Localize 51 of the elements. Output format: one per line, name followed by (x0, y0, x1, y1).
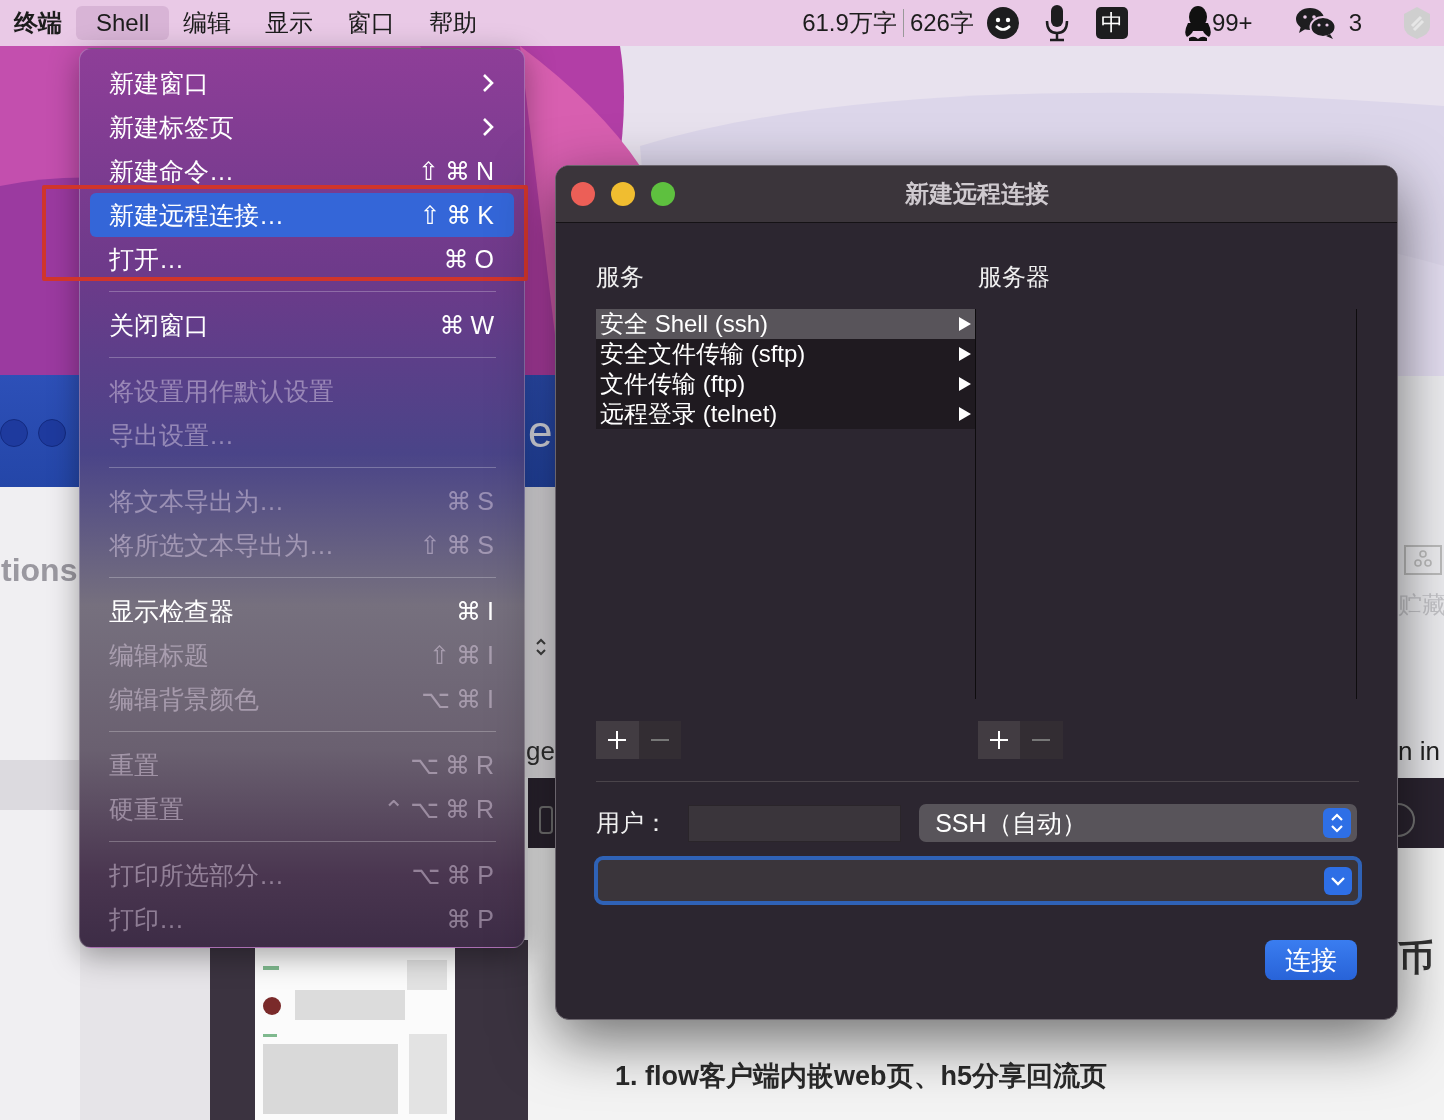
service-item[interactable]: 安全文件传输 (sftp) (596, 339, 975, 369)
chat-icon[interactable] (1294, 6, 1337, 40)
word-count[interactable]: 61.9万字 (802, 7, 897, 39)
chevron-down-icon (1330, 875, 1346, 886)
minimize-button[interactable] (611, 182, 635, 206)
message-count[interactable]: 3 (1348, 9, 1362, 37)
disclosure-icon (958, 317, 971, 331)
input-method-indicator[interactable]: 中 (1095, 7, 1128, 39)
disclosure-icon (958, 407, 971, 421)
selection-count[interactable]: 626字 (909, 7, 974, 39)
menu-item[interactable]: 新建窗口 (90, 61, 514, 105)
add-button[interactable] (977, 721, 1020, 759)
toolbar-text: n in (1398, 736, 1440, 767)
column-label: 服务 (596, 263, 644, 290)
menu-title[interactable]: Shell (76, 6, 170, 40)
toolbar-text: ge (526, 736, 555, 767)
service-item[interactable]: 文件传输 (ftp) (596, 369, 975, 399)
disclosure-icon (958, 347, 971, 361)
close-button[interactable] (571, 182, 595, 206)
heading-text: 币 (1398, 936, 1434, 980)
service-item[interactable]: 安全 Shell (ssh) (596, 309, 975, 339)
window-title: 新建远程连接 (904, 179, 1049, 209)
disclosure-icon (958, 377, 971, 391)
protocol-popup[interactable]: SSH（自动） (919, 804, 1357, 842)
column-label: 服务器 (977, 263, 1050, 290)
notification-count[interactable]: 99+ (1211, 9, 1253, 37)
zoom-button[interactable] (651, 182, 675, 206)
minus-icon (1032, 739, 1051, 741)
plus-icon (988, 730, 1009, 750)
penguin-icon[interactable] (1183, 5, 1212, 41)
menu-item[interactable]: 新建远程连接… ⇧⌘K (90, 193, 514, 237)
section-heading: 1. flow客户端内嵌web页、h5分享回流页 (615, 1060, 1108, 1093)
stepper-icon (1330, 812, 1344, 834)
user-label: 用户： (596, 808, 669, 838)
add-button[interactable] (596, 721, 639, 759)
stepper-icon[interactable] (535, 638, 547, 656)
minus-icon (650, 739, 669, 741)
connect-button[interactable]: 连接 (1265, 940, 1357, 980)
plus-icon (607, 730, 628, 750)
menu-item[interactable]: 显示检查器 ⌘I (90, 589, 514, 633)
menu-item[interactable]: 关闭窗口 ⌘W (90, 303, 514, 347)
stash-icon[interactable] (1404, 545, 1442, 575)
host-combo-field[interactable] (594, 856, 1362, 905)
service-item[interactable]: 远程登录 (telnet) (596, 399, 975, 429)
sidebar-text: tions (1, 552, 78, 589)
microphone-icon[interactable] (1043, 4, 1070, 42)
sidebar-icon[interactable] (539, 806, 553, 834)
app-menu[interactable]: 终端 (0, 7, 76, 39)
smiley-icon[interactable] (985, 6, 1020, 40)
window-title: e (528, 406, 553, 458)
menu-item[interactable]: 新建标签页 (90, 105, 514, 149)
